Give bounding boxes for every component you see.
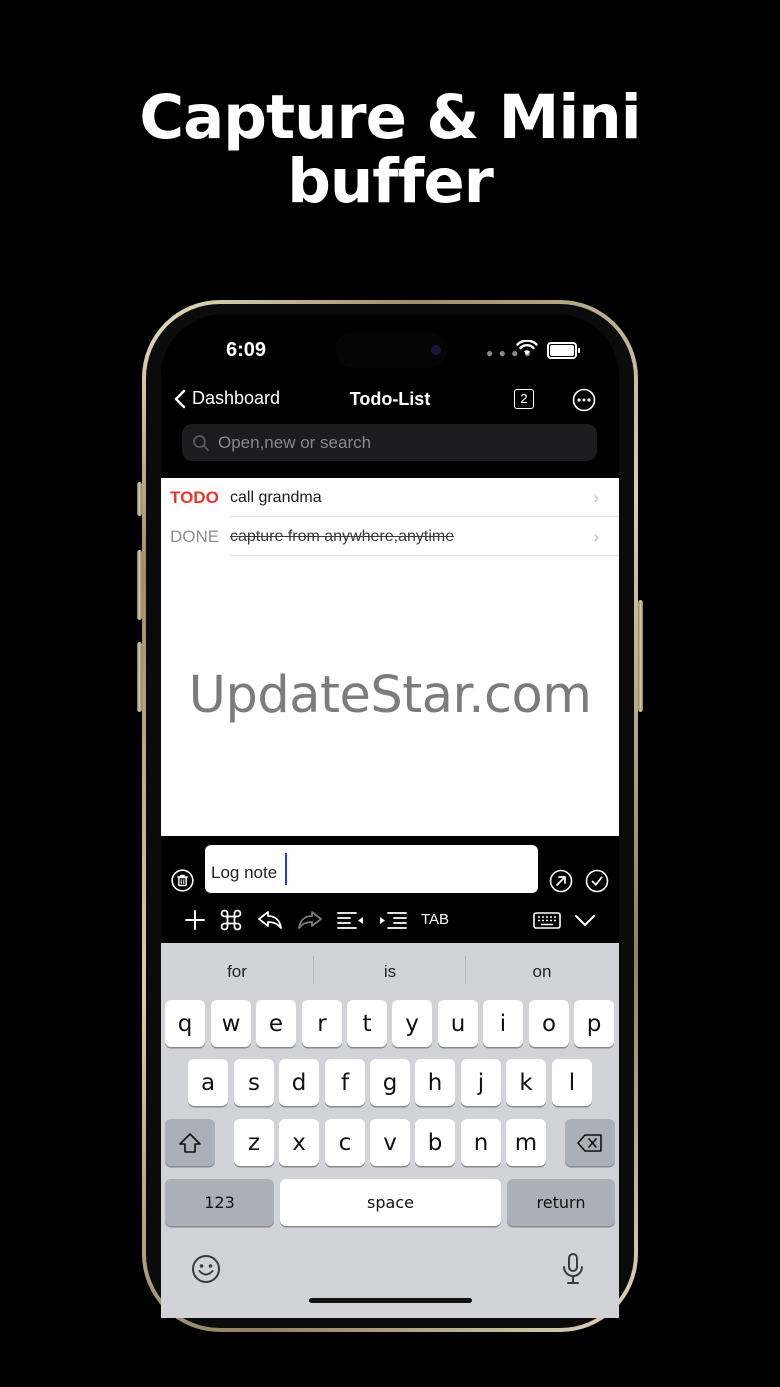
key[interactable]: e: [256, 1000, 296, 1047]
indent-button[interactable]: [378, 906, 408, 934]
key[interactable]: j: [461, 1059, 501, 1106]
key[interactable]: s: [234, 1059, 274, 1106]
watermark: UpdateStar.com: [188, 666, 592, 725]
home-indicator[interactable]: [309, 1298, 472, 1303]
indent-icon: [380, 912, 407, 929]
redo-icon: [298, 911, 322, 929]
undo-button[interactable]: [256, 906, 284, 934]
key[interactable]: c: [325, 1119, 365, 1166]
key[interactable]: f: [325, 1059, 365, 1106]
headline: Capture & Mini buffer: [0, 86, 780, 214]
battery-icon: [547, 342, 580, 359]
command-icon: [220, 909, 242, 931]
power-button: [638, 600, 643, 712]
key[interactable]: k: [506, 1059, 546, 1106]
chevron-right-icon: ›: [593, 527, 599, 546]
text-cursor: [285, 853, 287, 885]
chevron-right-icon: ›: [593, 488, 599, 507]
undo-icon: [258, 911, 282, 929]
capture-input[interactable]: Log note: [205, 845, 538, 893]
key[interactable]: z: [234, 1119, 274, 1166]
more-options-button[interactable]: [572, 388, 596, 417]
search-field[interactable]: Open,new or search: [182, 424, 597, 461]
suggestion-3[interactable]: on: [467, 962, 617, 982]
arrow-up-right-circle-icon: [549, 869, 573, 893]
key[interactable]: q: [165, 1000, 205, 1047]
add-button[interactable]: [184, 906, 206, 934]
key[interactable]: l: [552, 1059, 592, 1106]
status-time: 6:09: [226, 339, 267, 361]
suggestion-1[interactable]: for: [162, 962, 312, 982]
space-key[interactable]: space: [280, 1179, 501, 1226]
key[interactable]: p: [574, 1000, 614, 1047]
key[interactable]: a: [188, 1059, 228, 1106]
list-item[interactable]: TODO call grandma ›: [161, 478, 619, 517]
open-in-button[interactable]: [549, 869, 573, 898]
keyboard-toggle-button[interactable]: [532, 906, 562, 934]
item-text: capture from anywhere,anytime: [230, 528, 455, 545]
outdent-icon: [337, 912, 363, 929]
back-button[interactable]: Dashboard: [174, 388, 280, 409]
headline-line-1: Capture & Mini: [139, 82, 641, 153]
delete-button[interactable]: [171, 869, 194, 897]
camera-icon: [431, 345, 441, 355]
done-keyword: DONE: [170, 527, 220, 546]
key[interactable]: w: [211, 1000, 251, 1047]
list-item[interactable]: DONE capture from anywhere,anytime ›: [161, 517, 619, 556]
dismiss-keyboard-button[interactable]: [573, 906, 597, 934]
shift-key[interactable]: [165, 1119, 215, 1166]
key[interactable]: x: [279, 1119, 319, 1166]
ellipsis-circle-icon: [572, 388, 596, 412]
keyboard-icon: [533, 912, 561, 929]
suggestion-2[interactable]: is: [315, 962, 465, 982]
tab-key-button[interactable]: TAB: [421, 911, 449, 928]
confirm-button[interactable]: [585, 869, 609, 898]
emoji-icon: [192, 1255, 220, 1283]
headline-line-2: buffer: [287, 146, 494, 217]
numbers-key[interactable]: 123: [165, 1179, 274, 1226]
dictation-button[interactable]: [561, 1252, 585, 1286]
todo-keyword: TODO: [170, 488, 219, 507]
key[interactable]: u: [438, 1000, 478, 1047]
item-text: call grandma: [230, 489, 322, 506]
command-button[interactable]: [219, 906, 243, 934]
key[interactable]: b: [415, 1119, 455, 1166]
plus-icon: [185, 910, 205, 930]
shift-icon: [179, 1132, 201, 1153]
tab-count-button[interactable]: 2: [514, 389, 534, 409]
backspace-icon: [577, 1133, 602, 1152]
backspace-key[interactable]: [565, 1119, 615, 1166]
todo-list: TODO call grandma › DONE capture from an…: [161, 478, 619, 836]
key[interactable]: r: [302, 1000, 342, 1047]
key[interactable]: h: [415, 1059, 455, 1106]
key[interactable]: g: [370, 1059, 410, 1106]
trash-icon: [171, 869, 194, 892]
key[interactable]: i: [483, 1000, 523, 1047]
checkmark-circle-icon: [585, 869, 609, 893]
key[interactable]: v: [370, 1119, 410, 1166]
chevron-left-icon: [174, 389, 186, 408]
redo-button[interactable]: [296, 906, 324, 934]
key[interactable]: d: [279, 1059, 319, 1106]
return-key[interactable]: return: [507, 1179, 615, 1226]
key[interactable]: y: [392, 1000, 432, 1047]
search-placeholder: Open,new or search: [218, 432, 372, 452]
capture-input-value: Log note: [211, 863, 278, 882]
key[interactable]: n: [461, 1119, 501, 1166]
back-label: Dashboard: [192, 388, 281, 408]
emoji-button[interactable]: [190, 1253, 222, 1287]
key[interactable]: m: [506, 1119, 546, 1166]
key[interactable]: t: [347, 1000, 387, 1047]
page-title: Todo-List: [349, 389, 431, 409]
chevron-down-icon: [575, 915, 595, 926]
outdent-button[interactable]: [336, 906, 366, 934]
key[interactable]: o: [529, 1000, 569, 1047]
microphone-icon: [563, 1253, 583, 1284]
wifi-icon: [516, 339, 538, 361]
search-icon: [193, 434, 209, 451]
